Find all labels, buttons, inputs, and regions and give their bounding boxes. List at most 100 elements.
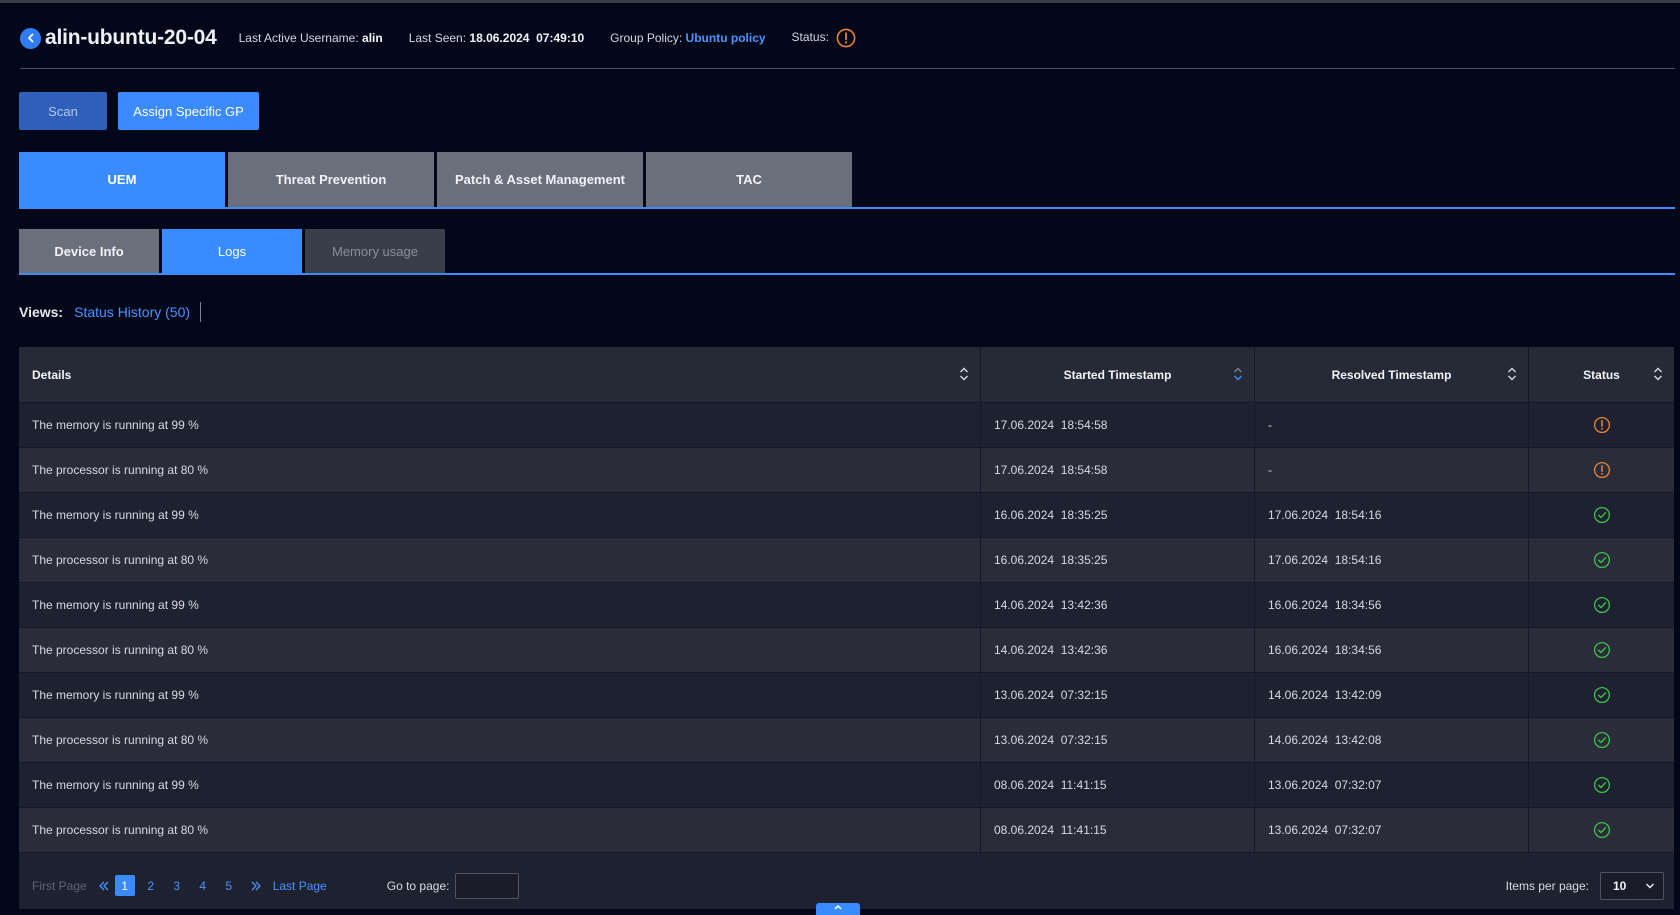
main-tabs: UEM Threat Prevention Patch & Asset Mana… (19, 152, 855, 207)
cell-resolved-timestamp-text: 16.06.2024 18:34:56 (1268, 598, 1382, 612)
cell-details: The memory is running at 99 % (19, 583, 981, 627)
assign-gp-button[interactable]: Assign Specific GP (118, 92, 259, 130)
page-number-4[interactable]: 4 (193, 875, 213, 896)
tab-patch-asset-management[interactable]: Patch & Asset Management (437, 152, 643, 207)
sort-icon[interactable] (959, 366, 969, 382)
tab-threat-prevention[interactable]: Threat Prevention (228, 152, 434, 207)
cell-resolved-timestamp: 13.06.2024 07:32:07 (1255, 763, 1529, 807)
table-row[interactable]: The memory is running at 99 % 13.06.2024 … (19, 673, 1674, 718)
first-page-link[interactable]: First Page (32, 879, 87, 893)
cell-started-timestamp: 08.06.2024 11:41:15 (981, 763, 1255, 807)
last-seen: Last Seen: 18.06.2024 07:49:10 (409, 31, 584, 45)
cell-status (1529, 763, 1674, 807)
goto-page-input[interactable] (455, 872, 520, 899)
back-button[interactable] (20, 27, 41, 49)
sub-tabs-underline (19, 273, 1675, 275)
views-bar: Views: Status History (50) (19, 302, 202, 322)
views-label: Views: (19, 304, 64, 320)
cell-status (1529, 628, 1674, 672)
column-label-status: Status (1583, 367, 1620, 382)
check-circle-icon (1593, 641, 1611, 659)
column-header-status[interactable]: Status (1529, 347, 1674, 402)
last-page-link[interactable]: Last Page (273, 879, 327, 893)
cell-resolved-timestamp-text: 14.06.2024 13:42:09 (1268, 688, 1382, 702)
cell-resolved-timestamp-text: - (1268, 418, 1272, 432)
chevron-down-icon (1646, 883, 1654, 889)
tab-logs[interactable]: Logs (162, 229, 302, 274)
double-chevron-left-icon[interactable] (98, 880, 110, 892)
warning-circle-icon (1593, 416, 1611, 434)
status-history-table: Details Started Timestamp Resolved Times… (19, 347, 1674, 909)
cell-resolved-timestamp-text: 13.06.2024 07:32:07 (1268, 823, 1382, 837)
cell-started-timestamp: 16.06.2024 18:35:25 (981, 493, 1255, 537)
scroll-to-top-button[interactable] (816, 903, 860, 915)
status-label: Status: (791, 30, 829, 45)
cell-status (1529, 493, 1674, 537)
cell-status (1529, 538, 1674, 582)
cell-resolved-timestamp: - (1255, 448, 1529, 492)
cell-resolved-timestamp: 13.06.2024 07:32:07 (1255, 808, 1529, 852)
cell-resolved-timestamp: 16.06.2024 18:34:56 (1255, 628, 1529, 672)
cell-status (1529, 673, 1674, 717)
cell-resolved-timestamp: 17.06.2024 18:54:16 (1255, 493, 1529, 537)
table-row[interactable]: The memory is running at 99 % 14.06.2024 … (19, 583, 1674, 628)
cell-started-timestamp: 14.06.2024 13:42:36 (981, 583, 1255, 627)
cell-started-timestamp: 13.06.2024 07:32:15 (981, 718, 1255, 762)
page-number-3[interactable]: 3 (167, 875, 187, 896)
last-active-label: Last Active Username: (238, 31, 359, 45)
cell-status (1529, 448, 1674, 492)
cell-started-timestamp: 16.06.2024 18:35:25 (981, 538, 1255, 582)
column-header-resolved[interactable]: Resolved Timestamp (1255, 347, 1529, 402)
table-row[interactable]: The processor is running at 80 % 13.06.20… (19, 718, 1674, 763)
cell-resolved-timestamp-text: 14.06.2024 13:42:08 (1268, 733, 1382, 747)
group-policy-link[interactable]: Ubuntu policy (686, 31, 766, 45)
cell-resolved-timestamp-text: 16.06.2024 18:34:56 (1268, 643, 1382, 657)
cell-resolved-timestamp: 14.06.2024 13:42:09 (1255, 673, 1529, 717)
page-number-1[interactable]: 1 (114, 875, 135, 896)
table-row[interactable]: The memory is running at 99 % 17.06.2024 … (19, 403, 1674, 448)
check-circle-icon (1593, 596, 1611, 614)
tab-tac[interactable]: TAC (646, 152, 852, 207)
group-policy: Group Policy: Ubuntu policy (610, 31, 765, 45)
group-policy-label: Group Policy: (610, 31, 683, 45)
sort-icon[interactable] (1653, 366, 1663, 382)
cell-status (1529, 718, 1674, 762)
items-per-page-select[interactable]: 10 (1600, 872, 1664, 900)
table-row[interactable]: The processor is running at 80 % 14.06.20… (19, 628, 1674, 673)
column-label-resolved: Resolved Timestamp (1331, 367, 1452, 382)
cell-started-timestamp-text: 16.06.2024 18:35:25 (994, 553, 1108, 567)
sort-desc-icon[interactable] (1233, 366, 1243, 382)
cell-started-timestamp: 14.06.2024 13:42:36 (981, 628, 1255, 672)
chevron-left-icon (27, 33, 33, 43)
column-header-details[interactable]: Details (19, 347, 981, 402)
cell-details-text: The memory is running at 99 % (32, 688, 199, 702)
last-seen-value: 18.06.2024 07:49:10 (469, 31, 585, 45)
table-row[interactable]: The memory is running at 99 % 16.06.2024 … (19, 493, 1674, 538)
tab-device-info[interactable]: Device Info (19, 229, 159, 274)
cell-details: The processor is running at 80 % (19, 538, 981, 582)
cell-started-timestamp-text: 08.06.2024 11:41:15 (994, 778, 1107, 792)
tab-uem[interactable]: UEM (19, 152, 225, 207)
page-number-5[interactable]: 5 (219, 875, 239, 896)
check-circle-icon (1593, 506, 1611, 524)
sort-icon[interactable] (1507, 366, 1517, 382)
view-status-history[interactable]: Status History (50) (74, 304, 190, 320)
cell-resolved-timestamp-text: - (1268, 463, 1272, 477)
column-header-started[interactable]: Started Timestamp (981, 347, 1255, 402)
check-circle-icon (1593, 821, 1611, 839)
tab-memory-usage[interactable]: Memory usage (305, 229, 445, 274)
cell-started-timestamp: 08.06.2024 11:41:15 (981, 808, 1255, 852)
table-row[interactable]: The memory is running at 99 % 08.06.2024 … (19, 763, 1674, 808)
cell-started-timestamp-text: 16.06.2024 18:35:25 (994, 508, 1108, 522)
device-status: Status: (792, 28, 857, 48)
table-row[interactable]: The processor is running at 80 % 17.06.20… (19, 448, 1674, 493)
scan-button[interactable]: Scan (19, 92, 107, 130)
main-tabs-underline (19, 207, 1675, 209)
cell-status (1529, 403, 1674, 447)
table-row[interactable]: The processor is running at 80 % 08.06.20… (19, 808, 1674, 853)
table-row[interactable]: The processor is running at 80 % 16.06.20… (19, 538, 1674, 583)
items-per-page-value: 10 (1613, 879, 1627, 893)
last-seen-label: Last Seen: (408, 31, 467, 45)
page-number-2[interactable]: 2 (141, 875, 161, 896)
double-chevron-right-icon[interactable] (250, 880, 262, 892)
